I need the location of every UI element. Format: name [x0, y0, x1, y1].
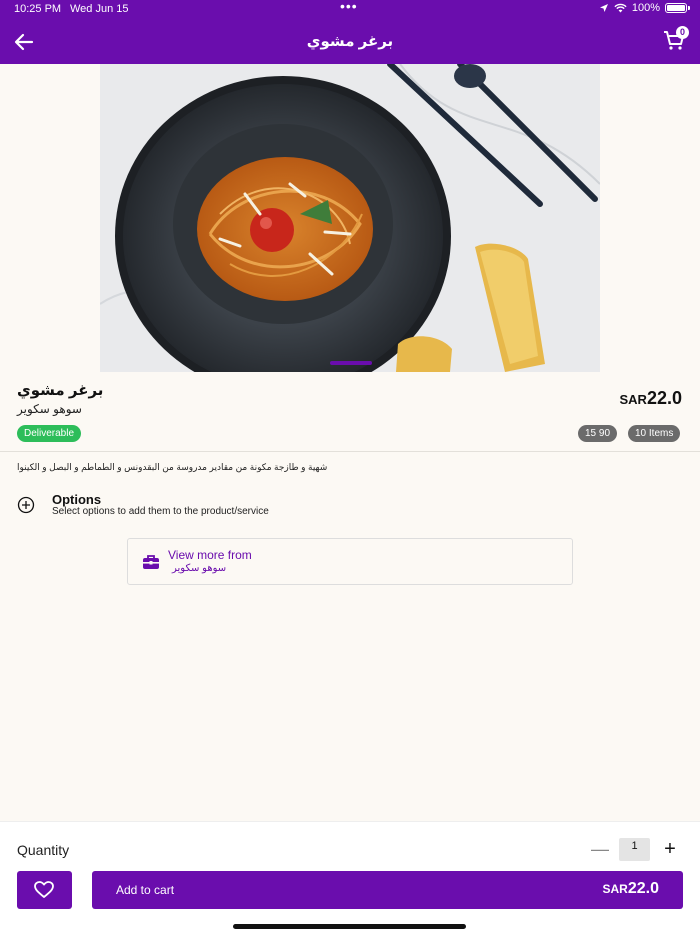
status-indicators: 100% — [599, 2, 690, 14]
options-row[interactable]: Options Select options to add them to th… — [17, 491, 377, 521]
quantity-decrease-button[interactable]: — — [589, 838, 611, 860]
add-to-cart-price: SAR22.0 — [603, 880, 659, 898]
quantity-increase-button[interactable]: + — [659, 838, 681, 860]
battery-icon — [665, 3, 687, 13]
briefcase-icon — [143, 555, 159, 569]
multitask-dots[interactable]: ••• — [340, 0, 358, 14]
product-tag-code: 15 90 — [578, 425, 618, 442]
view-more-store: سوهو سكوير — [172, 563, 227, 574]
product-tag-items: 10 Items — [628, 425, 681, 442]
pasta-dish-image — [100, 64, 600, 372]
product-image-carousel[interactable] — [100, 64, 600, 372]
product-description: شهية و طازجة مكونة من مقادير مدروسة من ا… — [17, 462, 328, 472]
status-date: Wed Jun 15 — [70, 3, 129, 15]
bottom-action-panel: Quantity — 1 + Add to cart SAR22.0 — [0, 821, 700, 934]
quantity-input[interactable]: 1 — [619, 838, 650, 861]
add-to-cart-currency: SAR — [602, 882, 628, 896]
battery-percent: 100% — [631, 2, 660, 14]
status-time: 10:25 PM — [14, 3, 62, 15]
plus-circle-icon — [17, 496, 35, 514]
view-more-from-store-button[interactable]: View more from سوهو سكوير — [127, 538, 573, 585]
location-icon — [599, 4, 608, 12]
add-to-cart-label: Add to cart — [116, 883, 175, 897]
status-bar: 10:25 PM Wed Jun 15 ••• 100% — [0, 0, 700, 20]
favorite-button[interactable] — [17, 871, 72, 909]
add-to-cart-button[interactable]: Add to cart SAR22.0 — [92, 871, 683, 909]
home-indicator[interactable] — [233, 924, 466, 929]
price-value: 22.0 — [646, 388, 682, 408]
product-name: برغر مشوي — [17, 382, 104, 399]
store-name: سوهو سكوير — [17, 402, 82, 416]
app-header: 10:25 PM Wed Jun 15 ••• 100% برغر مشوي 0 — [0, 0, 700, 64]
cart-button[interactable]: 0 — [662, 26, 689, 54]
divider — [0, 451, 700, 452]
options-title: Options — [52, 492, 102, 507]
add-to-cart-price-value: 22.0 — [627, 880, 659, 897]
product-price: SAR22.0 — [620, 388, 683, 409]
quantity-label: Quantity — [17, 842, 70, 858]
wifi-icon — [614, 3, 627, 13]
battery-tip — [688, 6, 690, 10]
heart-icon — [34, 881, 54, 898]
options-subtitle: Select options to add them to the produc… — [52, 506, 269, 517]
view-more-label: View more from — [168, 548, 252, 562]
cart-count-badge: 0 — [676, 26, 689, 39]
page-title: برغر مشوي — [306, 33, 394, 50]
carousel-indicator — [330, 361, 372, 365]
price-currency: SAR — [619, 392, 647, 407]
deliverable-badge: Deliverable — [17, 425, 82, 442]
